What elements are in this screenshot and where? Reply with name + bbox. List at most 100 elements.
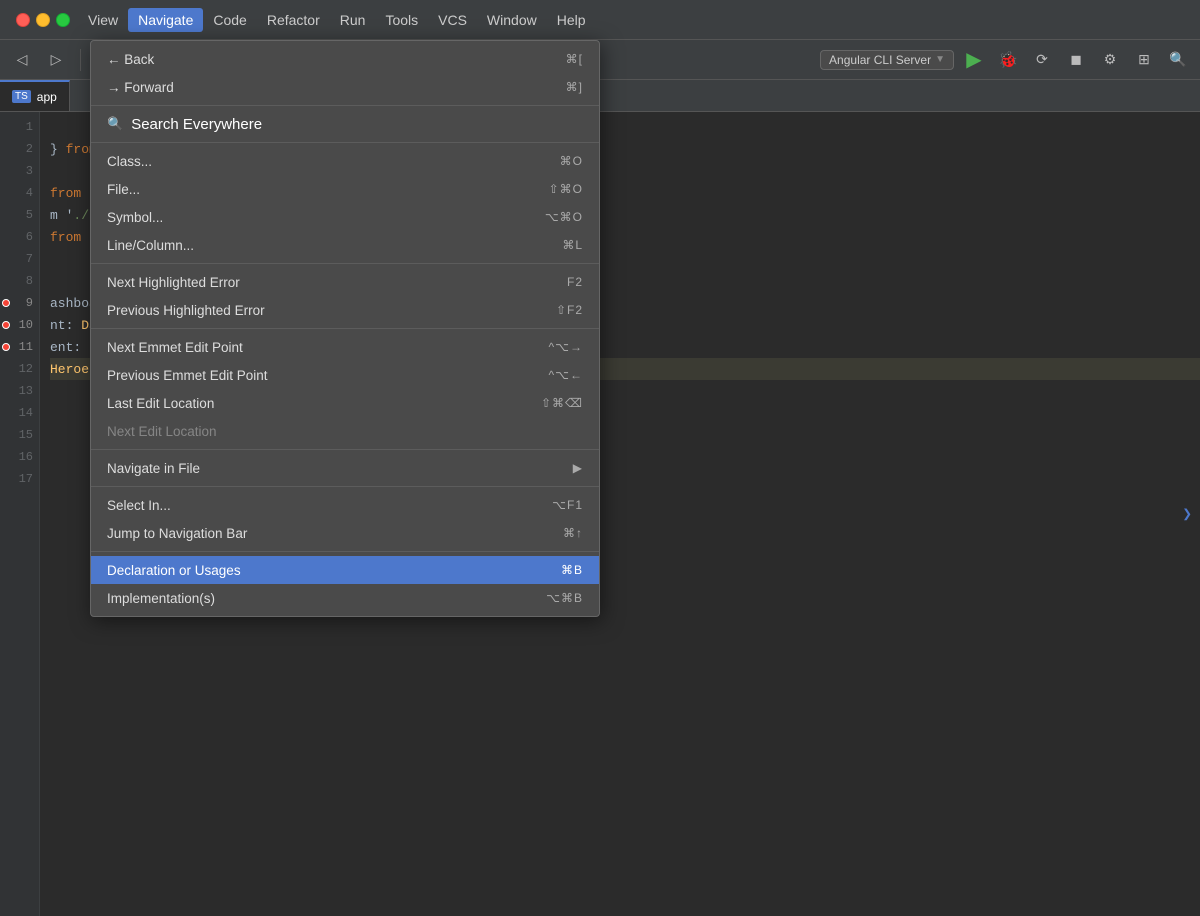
menu-item-shortcut-jump-nav: ⌘↑	[563, 526, 583, 540]
tab-icon-ts: TS	[12, 90, 31, 103]
menu-item-shortcut-prev-error: ⇧F2	[556, 303, 583, 317]
menu-item-label-next-edit: Next Edit Location	[107, 424, 217, 439]
line-num-7: 7	[0, 248, 39, 270]
menu-item-shortcut-class: ⌘O	[560, 154, 583, 168]
line-num-4: 4	[0, 182, 39, 204]
menu-section-5: Navigate in File ▶	[91, 450, 599, 487]
separator	[80, 49, 81, 71]
menu-item-class[interactable]: Class...⌘O	[91, 147, 599, 175]
scroll-indicator: ❯	[1182, 504, 1192, 524]
close-button[interactable]	[16, 13, 30, 27]
coverage-button[interactable]: ⟳	[1028, 46, 1056, 74]
menu-section-3: Next Highlighted Error F2 Previous Highlig…	[91, 264, 599, 329]
line-num-14: 14	[0, 402, 39, 424]
run-config-name: Angular CLI Server	[829, 53, 931, 67]
menu-item-prev-error[interactable]: Previous Highlighted Error ⇧F2	[91, 296, 599, 324]
menu-item-forward[interactable]: → Forward ⌘]	[91, 73, 599, 101]
menu-item-shortcut-declaration: ⌘B	[561, 563, 583, 577]
menu-item-label-declaration: Declaration or Usages	[107, 563, 241, 578]
menu-item-label-next-error: Next Highlighted Error	[107, 275, 240, 290]
menu-item-label-prev-error: Previous Highlighted Error	[107, 303, 265, 318]
menu-item-code[interactable]: Code	[203, 8, 256, 32]
menu-item-tools[interactable]: Tools	[375, 8, 428, 32]
menu-section-2: Class...⌘OFile...⇧⌘OSymbol...⌥⌘OLine/Col…	[91, 143, 599, 264]
forward-btn[interactable]: ▷	[42, 46, 70, 74]
menu-item-window[interactable]: Window	[477, 8, 547, 32]
menu-item-navigate-file[interactable]: Navigate in File ▶	[91, 454, 599, 482]
tab-label-app: app	[37, 90, 57, 104]
menu-item-declaration[interactable]: Declaration or Usages ⌘B	[91, 556, 599, 584]
error-dot	[2, 321, 10, 329]
menu-item-label-select-in: Select In...	[107, 498, 171, 513]
menu-item-vcs[interactable]: VCS	[428, 8, 477, 32]
line-numbers: 1234567891011121314151617	[0, 112, 40, 916]
menu-item-label-back: ← Back	[107, 52, 154, 67]
menu-section-7: Declaration or Usages ⌘B Implementation(s)…	[91, 552, 599, 616]
menu-section-1: 🔍Search Everywhere	[91, 106, 599, 143]
menu-item-shortcut-forward: ⌘]	[566, 80, 583, 94]
menu-item-implementation[interactable]: Implementation(s)⌥⌘B	[91, 584, 599, 612]
menu-item-refactor[interactable]: Refactor	[257, 8, 330, 32]
menu-item-navigate[interactable]: Navigate	[128, 8, 203, 32]
menu-section-6: Select In... ⌥F1 Jump to Navigation Bar ⌘↑	[91, 487, 599, 552]
search-button[interactable]: 🔍	[1164, 46, 1192, 74]
menu-item-view[interactable]: View	[78, 8, 128, 32]
run-config-selector[interactable]: Angular CLI Server ▼	[820, 50, 954, 70]
line-num-16: 16	[0, 446, 39, 468]
menu-item-file[interactable]: File...⇧⌘O	[91, 175, 599, 203]
menu-item-back[interactable]: ← Back ⌘[	[91, 45, 599, 73]
debug-button[interactable]: 🐞	[994, 46, 1022, 74]
menu-item-last-edit[interactable]: Last Edit Location⇧⌘⌫	[91, 389, 599, 417]
line-num-9: 9	[0, 292, 39, 314]
menu-item-label-file: File...	[107, 182, 140, 197]
menu-item-run[interactable]: Run	[330, 8, 376, 32]
fullscreen-button[interactable]: ⊞	[1130, 46, 1158, 74]
line-num-15: 15	[0, 424, 39, 446]
error-dot	[2, 343, 10, 351]
menu-section-4: Next Emmet Edit Point ^⌥→ Previous Emmet E…	[91, 329, 599, 450]
line-num-3: 3	[0, 160, 39, 182]
line-num-2: 2	[0, 138, 39, 160]
menu-item-help[interactable]: Help	[547, 8, 596, 32]
menu-item-label-prev-emmet: Previous Emmet Edit Point	[107, 368, 268, 383]
menu-item-next-error[interactable]: Next Highlighted Error F2	[91, 268, 599, 296]
menu-item-label-forward: → Forward	[107, 80, 174, 95]
menu-item-shortcut-select-in: ⌥F1	[552, 498, 583, 512]
menu-item-next-edit: Next Edit Location	[91, 417, 599, 445]
menu-item-label-next-emmet: Next Emmet Edit Point	[107, 340, 243, 355]
minimize-button[interactable]	[36, 13, 50, 27]
stop-button[interactable]: ◼	[1062, 46, 1090, 74]
line-num-17: 17	[0, 468, 39, 490]
tab-app[interactable]: TS app	[0, 80, 70, 111]
menu-bar: ViewNavigateCodeRefactorRunToolsVCSWindo…	[0, 0, 1200, 40]
menu-item-label-navigate-file: Navigate in File	[107, 461, 200, 476]
back-btn[interactable]: ◁	[8, 46, 36, 74]
menu-item-shortcut-symbol: ⌥⌘O	[545, 210, 583, 224]
navigate-menu[interactable]: ← Back ⌘[ → Forward ⌘] 🔍Search Everywhere Cla…	[90, 40, 600, 617]
menu-item-line-column[interactable]: Line/Column...⌘L	[91, 231, 599, 259]
menu-item-next-emmet[interactable]: Next Emmet Edit Point ^⌥→	[91, 333, 599, 361]
traffic-lights	[8, 13, 78, 27]
maximize-button[interactable]	[56, 13, 70, 27]
menu-item-shortcut-next-emmet: ^⌥→	[549, 340, 583, 354]
menu-item-label-jump-nav: Jump to Navigation Bar	[107, 526, 247, 541]
menu-item-search-everywhere[interactable]: 🔍Search Everywhere	[91, 110, 599, 138]
menu-item-shortcut-back: ⌘[	[566, 52, 583, 66]
line-num-6: 6	[0, 226, 39, 248]
menu-item-jump-nav[interactable]: Jump to Navigation Bar ⌘↑	[91, 519, 599, 547]
line-num-10: 10	[0, 314, 39, 336]
menu-item-label-search-everywhere: 🔍Search Everywhere	[107, 116, 262, 133]
menu-item-shortcut-navigate-file: ▶	[573, 461, 583, 475]
run-button[interactable]: ▶	[960, 46, 988, 74]
error-dot	[2, 299, 10, 307]
build-button[interactable]: ⚙	[1096, 46, 1124, 74]
menu-item-symbol[interactable]: Symbol...⌥⌘O	[91, 203, 599, 231]
line-num-12: 12	[0, 358, 39, 380]
menu-section-0: ← Back ⌘[ → Forward ⌘]	[91, 41, 599, 106]
line-num-1: 1	[0, 116, 39, 138]
menu-item-shortcut-next-error: F2	[567, 275, 583, 289]
menu-item-label-last-edit: Last Edit Location	[107, 396, 214, 411]
line-num-11: 11	[0, 336, 39, 358]
menu-item-prev-emmet[interactable]: Previous Emmet Edit Point^⌥←	[91, 361, 599, 389]
menu-item-select-in[interactable]: Select In... ⌥F1	[91, 491, 599, 519]
